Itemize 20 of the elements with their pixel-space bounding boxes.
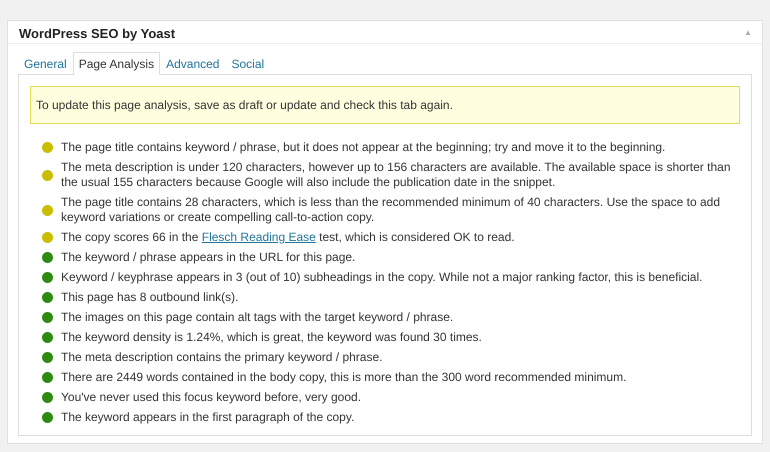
analysis-result-text: Keyword / keyphrase appears in 3 (out of 10) subheadings in the copy. While not a major ranking factor, this is beneficial. [61,270,702,285]
tab[interactable]: Page Analysis [72,52,160,75]
analysis-result-text: The keyword density is 1.24%, which is great, the keyword was found 30 times. [61,330,482,345]
update-notice: To update this page analysis, save as draft or update and check this tab again. [30,86,740,124]
analysis-result-text: The page title contains 28 characters, which is less than the recommended minimum of 40 characters. Use the space to add keyword variations or create compelling call-to-action copy. [61,195,722,225]
analysis-result-text: This page has 8 outbound link(s). [61,290,238,305]
analysis-result-text: The copy scores 66 in the Flesch Reading Ease test, which is considered OK to read. [61,230,515,245]
analysis-result-text: The keyword appears in the first paragraph of the copy. [61,410,354,425]
analysis-result-text: There are 2449 words contained in the body copy, this is more than the 300 word recommended minimum. [61,370,626,385]
tab[interactable]: General [18,52,73,74]
analysis-result-text: The keyword / phrase appears in the URL for this page. [61,250,356,265]
panel-title: WordPress SEO by Yoast [19,24,176,40]
analysis-result-text: The meta description is under 120 characters, however up to 156 characters are available. The available space is shorter than the usual 155 characters because Google will also include the publication date in the snippet. [61,160,732,190]
analysis-result-text: You've never used this focus keyword before, very good. [61,390,362,405]
tab[interactable]: Social [225,52,270,74]
analysis-result-text: The page title contains keyword / phrase, but it does not appear at the beginning; try and move it to the beginning. [61,140,666,155]
analysis-result-text: The images on this page contain alt tags with the target keyword / phrase. [61,310,454,325]
analysis-result-text: The meta description contains the primary keyword / phrase. [61,350,382,365]
tab[interactable]: Advanced [160,52,226,74]
link[interactable]: Flesch Reading Ease [202,230,316,244]
